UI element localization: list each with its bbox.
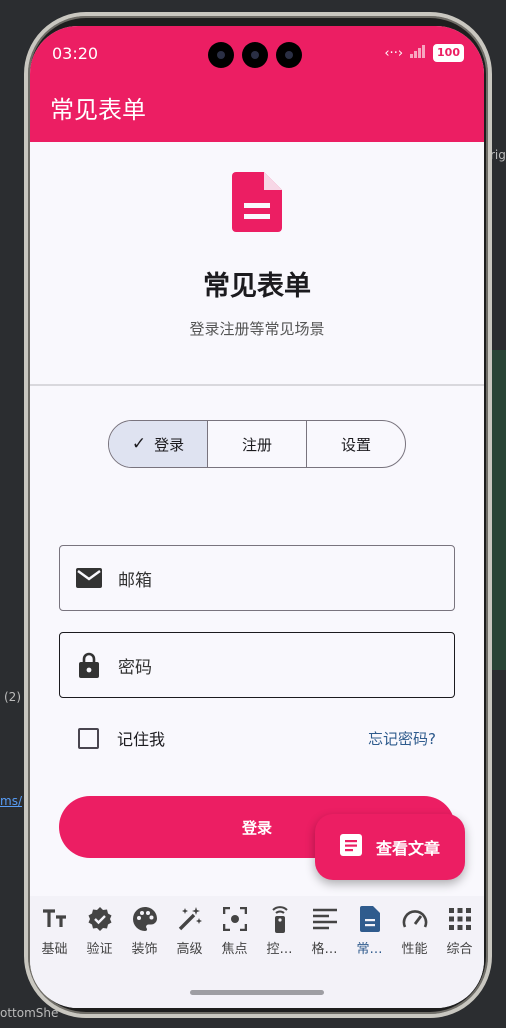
nav-item-basic[interactable]: 基础 <box>32 906 77 1008</box>
email-field[interactable]: 邮箱 <box>59 545 455 611</box>
document-icon <box>232 172 282 232</box>
document-icon <box>357 906 383 932</box>
hero-title: 常见表单 <box>203 271 311 302</box>
app-bar-title: 常见表单 <box>50 96 146 124</box>
nav-label: 基础 <box>41 942 68 957</box>
nav-item-decoration[interactable]: 装饰 <box>122 906 167 1008</box>
signal-icon <box>409 44 427 62</box>
data-sync-icon: ‹··› <box>384 45 404 61</box>
segmented-control: ✓ 登录 注册 设置 <box>108 420 406 468</box>
status-icons: ‹··› 100 <box>384 44 464 62</box>
lock-icon <box>76 652 102 678</box>
align-left-icon <box>312 906 338 932</box>
nav-item-performance[interactable]: 性能 <box>392 906 437 1008</box>
divider <box>30 384 484 386</box>
app-bar: 03:20 ‹··› 100 常见表单 <box>30 26 484 142</box>
nav-label: 性能 <box>401 942 428 957</box>
camera-lens-icon <box>208 42 234 68</box>
home-indicator[interactable] <box>190 990 324 995</box>
remember-checkbox[interactable] <box>78 727 99 749</box>
remote-icon <box>267 906 293 933</box>
apps-icon <box>447 906 473 932</box>
mail-icon <box>76 565 102 591</box>
forgot-password-link[interactable]: 忘记密码? <box>368 728 436 749</box>
nav-label: 验证 <box>86 942 113 957</box>
text-format-icon <box>42 906 68 932</box>
speed-icon <box>402 906 428 932</box>
status-time: 03:20 <box>52 44 99 63</box>
camera-cutout <box>208 42 302 68</box>
email-field-label: 邮箱 <box>118 570 152 591</box>
nav-label: 装饰 <box>131 942 158 957</box>
magic-wand-icon <box>177 906 203 932</box>
background-bottom-text: ottomShe <box>0 1006 59 1020</box>
hero-subtitle: 登录注册等常见场景 <box>189 320 325 338</box>
background-label-left: (2) <box>4 690 21 704</box>
segment-settings[interactable]: 设置 <box>307 421 405 467</box>
focus-icon <box>222 906 248 932</box>
password-field-label: 密码 <box>118 657 152 678</box>
article-icon <box>339 834 362 860</box>
segment-login[interactable]: ✓ 登录 <box>109 421 208 467</box>
nav-label: 常… <box>356 942 383 957</box>
nav-label: 焦点 <box>221 942 248 957</box>
login-button-label: 登录 <box>241 818 272 837</box>
password-field[interactable]: 密码 <box>59 632 455 698</box>
remember-label: 记住我 <box>117 730 166 749</box>
nav-label: 高级 <box>176 942 203 957</box>
nav-item-validation[interactable]: 验证 <box>77 906 122 1008</box>
camera-lens-icon <box>276 42 302 68</box>
segment-register[interactable]: 注册 <box>208 421 307 467</box>
nav-label: 格… <box>311 942 338 957</box>
segment-label: 设置 <box>340 435 371 454</box>
nav-label: 综合 <box>446 942 473 957</box>
battery-icon: 100 <box>433 44 464 62</box>
nav-label: 控… <box>266 942 293 957</box>
background-link-left: ms/ <box>0 794 22 808</box>
nav-item-common-forms[interactable]: 常… <box>347 906 392 1008</box>
phone-screen: 03:20 ‹··› 100 常见表单 常见表单 登录注册等常见场景 ✓ 登录 <box>30 26 484 1008</box>
view-article-fab[interactable]: 查看文章 <box>315 814 465 880</box>
remember-me[interactable]: 记住我 <box>78 726 165 750</box>
segment-label: 注册 <box>241 435 272 454</box>
segment-label: 登录 <box>154 435 185 454</box>
background-right-text: rig <box>490 148 506 162</box>
verified-icon <box>87 906 113 932</box>
fab-label: 查看文章 <box>375 839 440 858</box>
nav-item-comprehensive[interactable]: 综合 <box>437 906 482 1008</box>
palette-icon <box>132 906 158 932</box>
camera-lens-icon <box>242 42 268 68</box>
check-icon: ✓ <box>131 434 147 454</box>
